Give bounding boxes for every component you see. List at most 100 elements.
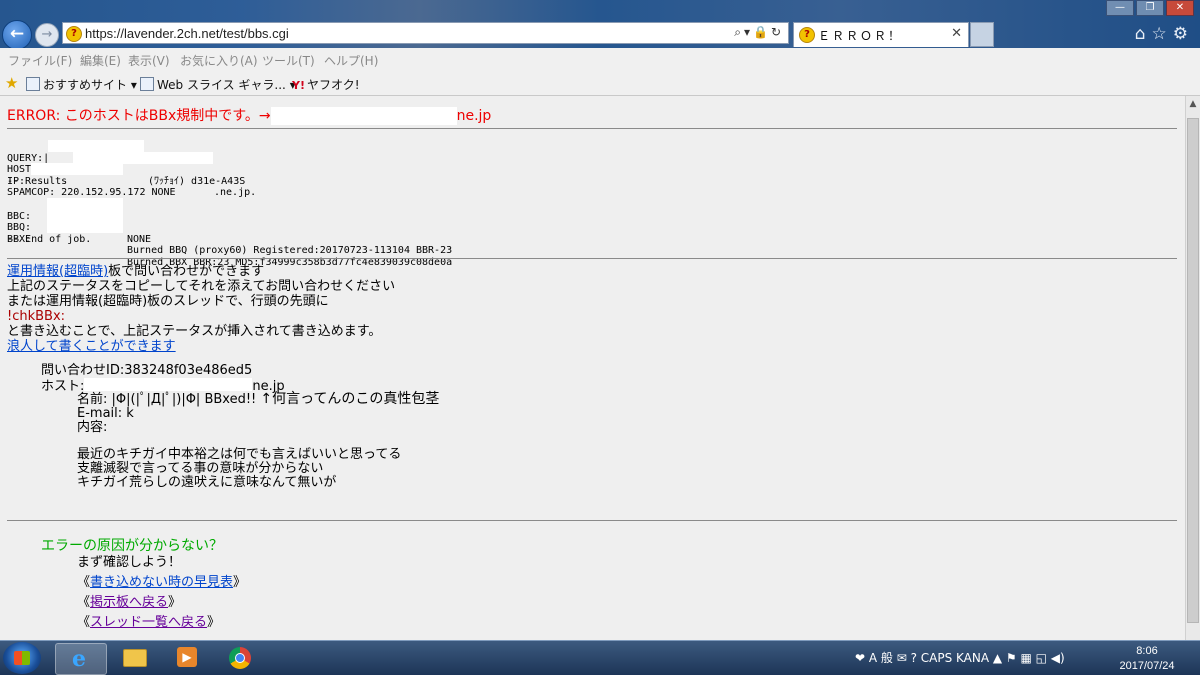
thread-list-link[interactable]: スレッド一覧へ戻る (90, 615, 207, 630)
page-content: ERROR: このホストはBBx規制中です。→ ne.jp QUERY:| (ﾜｯ… (0, 96, 1185, 640)
menu-bar: ファイル(F) 編集(E) 表示(V) お気に入り(A) ツール(T) ヘルプ(… (0, 48, 1200, 70)
menu-edit[interactable]: 編集(E) (80, 52, 121, 69)
menu-favorites[interactable]: お気に入り(A) (180, 52, 258, 69)
home-icon[interactable]: ⌂ (1135, 24, 1152, 44)
cannot-post-link[interactable]: 書き込めない時の早見表 (90, 575, 233, 590)
restore-button[interactable]: ❐ (1136, 0, 1164, 16)
address-bar[interactable]: ? https://lavender.2ch.net/test/bbs.cgi … (62, 22, 789, 44)
redacted-host (270, 107, 457, 125)
diag-spamcop: SPAMCOP: 220.152.95.172 NONE (7, 187, 176, 199)
taskbar-explorer[interactable] (109, 643, 159, 673)
lock-icon[interactable]: 🔒 (753, 25, 771, 39)
system-tray[interactable]: ❤ A 般 ✉ ? CAPS KANA ▲ ⚑ ▦ ◱ ◀) (855, 649, 1065, 666)
fav-recommended[interactable]: おすすめサイト ▾ (26, 76, 137, 93)
ronin-link[interactable]: 浪人して書くことができます (7, 339, 176, 354)
search-icon[interactable]: ⌕ (734, 25, 744, 39)
redacted (47, 209, 123, 222)
back-button[interactable]: ← (2, 20, 32, 50)
fav-recommended-label: おすすめサイト ▾ (43, 78, 137, 92)
minimize-button[interactable]: — (1106, 0, 1134, 16)
error-suffix: ne.jp (456, 108, 492, 124)
help-line-1: 運用情報(超臨時)板で問い合わせができます (7, 264, 265, 279)
diag-ip: IP: (7, 163, 123, 187)
cause-heading: エラーの原因が分からない？ (41, 538, 223, 554)
favorites-bar: ★ おすすめサイト ▾ Web スライス ギャラ... ▾ Y! ヤフオク! (0, 70, 1200, 96)
forward-icon: → (41, 27, 53, 42)
page-icon (140, 77, 154, 91)
post-preview: 名前: |Φ|(|ﾟ|Д|ﾟ|)|Φ| BBxed!! ↑何言ってんのこの真性包… (77, 392, 439, 490)
favorites-star-icon[interactable]: ★ (5, 74, 18, 92)
new-tab-button[interactable] (970, 22, 994, 47)
taskbar-chrome[interactable] (215, 643, 265, 673)
clock-time: 8:06 (1136, 645, 1158, 657)
help-text: 運用情報(超臨時)板で問い合わせができます 上記のステータスをコピーしてそれを添… (7, 264, 395, 354)
tab-error[interactable]: ? ＥＲＲＯＲ！ ✕ (793, 22, 969, 47)
menu-view[interactable]: 表示(V) (128, 52, 170, 69)
divider (7, 520, 1177, 521)
folder-icon (123, 649, 147, 667)
redacted (31, 163, 123, 176)
post-body-line: 支離滅裂で言ってる事の意味が分からない (77, 461, 324, 476)
redacted (47, 197, 123, 210)
redacted (47, 221, 123, 234)
fav-yahoo-auction[interactable]: Y! ヤフオク! (292, 76, 360, 93)
menu-help[interactable]: ヘルプ(H) (324, 52, 378, 69)
ops-board-link[interactable]: 運用情報(超臨時) (7, 264, 108, 279)
redacted (48, 140, 144, 152)
redacted-host (84, 378, 253, 391)
diag-bbx: BBX: Burned BBX BBR:23 MD5:f34999c358b3d… (7, 221, 452, 268)
tab-favicon: ? (799, 27, 815, 43)
page-icon (26, 77, 40, 91)
error-prefix: ERROR: このホストはBBx規制中です。→ (7, 108, 271, 124)
ie-icon: e (72, 646, 86, 672)
start-button[interactable] (3, 642, 41, 674)
gear-icon[interactable]: ⚙ (1173, 24, 1194, 44)
inquiry-id: 問い合わせID:383248f03e486ed5 (41, 363, 253, 378)
yahoo-icon: Y! (292, 79, 305, 92)
post-email: E-mail: k (77, 406, 134, 421)
clock[interactable]: 8:06 2017/07/24 (1112, 644, 1182, 674)
help-line-3: または運用情報(超臨時)板のスレッドで、行頭の先頭に (7, 294, 329, 309)
window-controls: — ❐ ✕ (1106, 0, 1198, 18)
star-icon[interactable]: ☆ (1152, 24, 1173, 44)
divider (7, 258, 1177, 259)
post-name: 名前: |Φ|(|ﾟ|Д|ﾟ|)|Φ| BBxed!! ↑何言ってんのこの真性包… (77, 391, 440, 407)
menu-file[interactable]: ファイル(F) (8, 52, 72, 69)
media-icon: ▶ (177, 647, 197, 667)
diag-bbc: BBC: NONE (7, 197, 151, 245)
chk-command: !chkBBx: (7, 309, 66, 324)
browser-titlebar: — ❐ ✕ ← → ? https://lavender.2ch.net/tes… (0, 0, 1200, 50)
address-tools[interactable]: ⌕▾🔒↻ (734, 25, 784, 40)
divider (7, 128, 1177, 129)
scroll-thumb[interactable] (1187, 118, 1199, 623)
refresh-icon[interactable]: ↻ (771, 25, 784, 39)
diag-bbq: BBQ: Burned BBQ (proxy60) Registered:201… (7, 209, 452, 256)
fav-webslice[interactable]: Web スライス ギャラ... ▾ (140, 76, 296, 93)
back-icon: ← (9, 24, 25, 44)
diag-query: QUERY:| (ﾜｯﾁｮｲ) d31e-A43S (7, 140, 245, 187)
vertical-scrollbar[interactable]: ▲ (1185, 96, 1200, 640)
back-to-board-link[interactable]: 掲示板へ戻る (90, 595, 168, 610)
address-url[interactable]: https://lavender.2ch.net/test/bbs.cgi (85, 26, 289, 41)
fav-webslice-label: Web スライス ギャラ... ▾ (157, 78, 296, 92)
scroll-up-icon[interactable]: ▲ (1186, 96, 1200, 113)
close-window-button[interactable]: ✕ (1166, 0, 1194, 16)
error-message: ERROR: このホストはBBx規制中です。→ ne.jp (7, 105, 491, 125)
fav-yahoo-label: ヤフオク! (306, 78, 360, 92)
windows-logo-icon (14, 651, 30, 665)
post-annotation: ↑何言ってんのこの真性包茎 (260, 391, 440, 407)
taskbar-media[interactable]: ▶ (162, 643, 212, 673)
post-body-line: 最近のキチガイ中本裕之は何でも言えばいいと思ってる (77, 447, 402, 462)
forward-button[interactable]: → (35, 23, 59, 47)
diagnostic-block: QUERY:| (ﾜｯﾁｮｲ) d31e-A43S HOST NAME: .ne… (7, 140, 452, 268)
taskbar: e ▶ ❤ A 般 ✉ ? CAPS KANA ▲ ⚑ ▦ ◱ ◀) 8:06 … (0, 640, 1200, 675)
tab-title: ＥＲＲＯＲ！ (818, 29, 903, 43)
close-tab-icon[interactable]: ✕ (951, 26, 962, 41)
diag-results: -- Results (7, 175, 68, 187)
menu-tools[interactable]: ツール(T) (262, 52, 315, 69)
favicon: ? (66, 26, 82, 42)
help-line-2: 上記のステータスをコピーしてそれを添えてお問い合わせください (7, 279, 396, 294)
check-first: まず確認しよう！ (77, 555, 182, 570)
post-body-line: キチガイ荒らしの遠吠えに意味なんて無いが (77, 475, 337, 490)
taskbar-ie[interactable]: e (55, 643, 107, 675)
